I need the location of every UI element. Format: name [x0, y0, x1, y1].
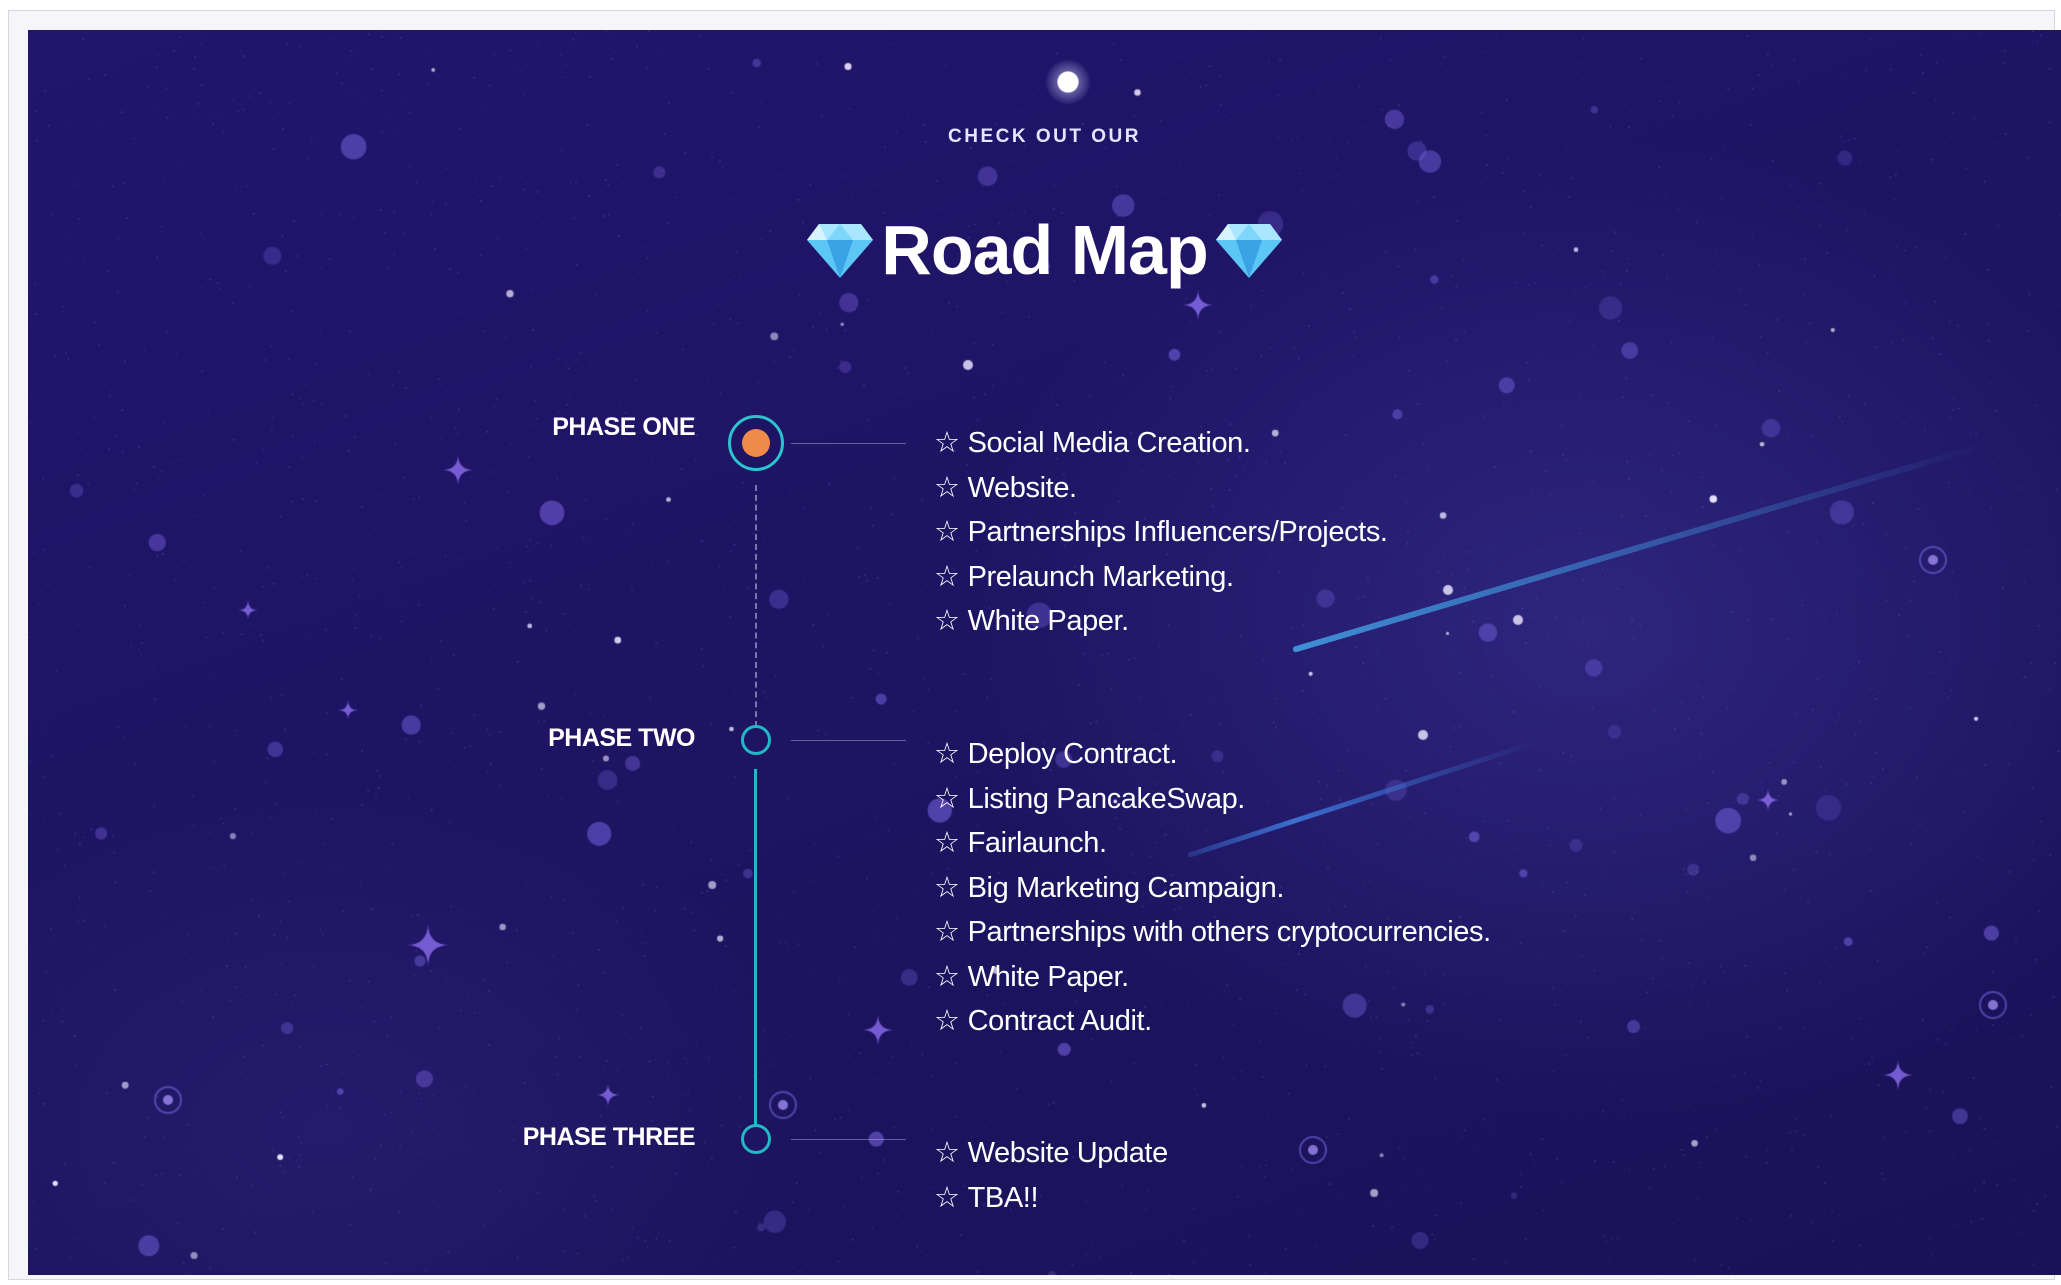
star-bullet-icon: ☆ — [934, 916, 960, 948]
list-item: ☆ White Paper. — [934, 960, 1129, 993]
star-bullet-icon: ☆ — [934, 827, 960, 859]
phase-two-items: ☆ Deploy Contract. ☆ Listing PancakeSwap. … — [934, 732, 1491, 1044]
timeline-dashed-segment — [755, 485, 757, 727]
phase-two-label: PHASE TWO — [548, 724, 695, 752]
star-bullet-icon: ☆ — [934, 471, 960, 504]
phase-one-node-active[interactable] — [728, 415, 784, 471]
star-bullet-icon: ☆ — [934, 782, 960, 815]
star-bullet-icon: ☆ — [934, 1137, 960, 1169]
phase-two-connector — [791, 740, 906, 741]
list-item: ☆ Contract Audit. — [934, 1005, 1152, 1037]
roadmap-section: CHECK OUT OUR Road Map PHASE ONE ☆ Socia… — [28, 30, 2061, 1275]
diamond-icon — [1214, 216, 1284, 296]
phase-one-items: ☆ Social Media Creation. ☆ Website. ☆ Partn… — [934, 421, 1388, 644]
list-item: ☆ Fairlaunch. — [934, 827, 1107, 859]
list-item: ☆ Social Media Creation. — [934, 427, 1251, 459]
list-item: ☆ TBA!! — [934, 1181, 1039, 1214]
phase-three-node[interactable] — [741, 1124, 771, 1154]
star-bullet-icon: ☆ — [934, 427, 960, 459]
timeline-solid-segment — [754, 769, 757, 1139]
glowing-orb — [1046, 60, 1090, 104]
phase-three-connector — [791, 1139, 906, 1140]
phase-one-label: PHASE ONE — [552, 413, 695, 441]
star-bullet-icon: ☆ — [934, 516, 960, 548]
list-item: ☆ Partnerships Influencers/Projects. — [934, 516, 1388, 548]
star-bullet-icon: ☆ — [934, 1005, 960, 1037]
section-title: Road Map — [28, 210, 2061, 296]
list-item: ☆ White Paper. — [934, 605, 1129, 637]
phase-two-node[interactable] — [741, 725, 771, 755]
star-bullet-icon: ☆ — [934, 560, 960, 593]
star-bullet-icon: ☆ — [934, 605, 960, 637]
phase-three-items: ☆ Website Update ☆ TBA!! — [934, 1131, 1168, 1220]
list-item: ☆ Prelaunch Marketing. — [934, 560, 1234, 593]
list-item: ☆ Website Update — [934, 1137, 1168, 1169]
section-title-text: Road Map — [881, 211, 1208, 289]
star-bullet-icon: ☆ — [934, 1181, 960, 1214]
list-item: ☆ Listing PancakeSwap. — [934, 782, 1245, 815]
star-bullet-icon: ☆ — [934, 871, 960, 904]
list-item: ☆ Big Marketing Campaign. — [934, 871, 1285, 904]
phase-one-connector — [791, 443, 906, 444]
list-item: ☆ Deploy Contract. — [934, 738, 1178, 770]
list-item: ☆ Partnerships with others cryptocurrenci… — [934, 916, 1491, 948]
diamond-icon — [805, 216, 875, 296]
active-node-core — [742, 429, 770, 457]
section-kicker: CHECK OUT OUR — [948, 126, 1141, 147]
phase-three-label: PHASE THREE — [522, 1123, 696, 1151]
star-bullet-icon: ☆ — [934, 738, 960, 770]
list-item: ☆ Website. — [934, 471, 1077, 504]
star-bullet-icon: ☆ — [934, 960, 960, 993]
